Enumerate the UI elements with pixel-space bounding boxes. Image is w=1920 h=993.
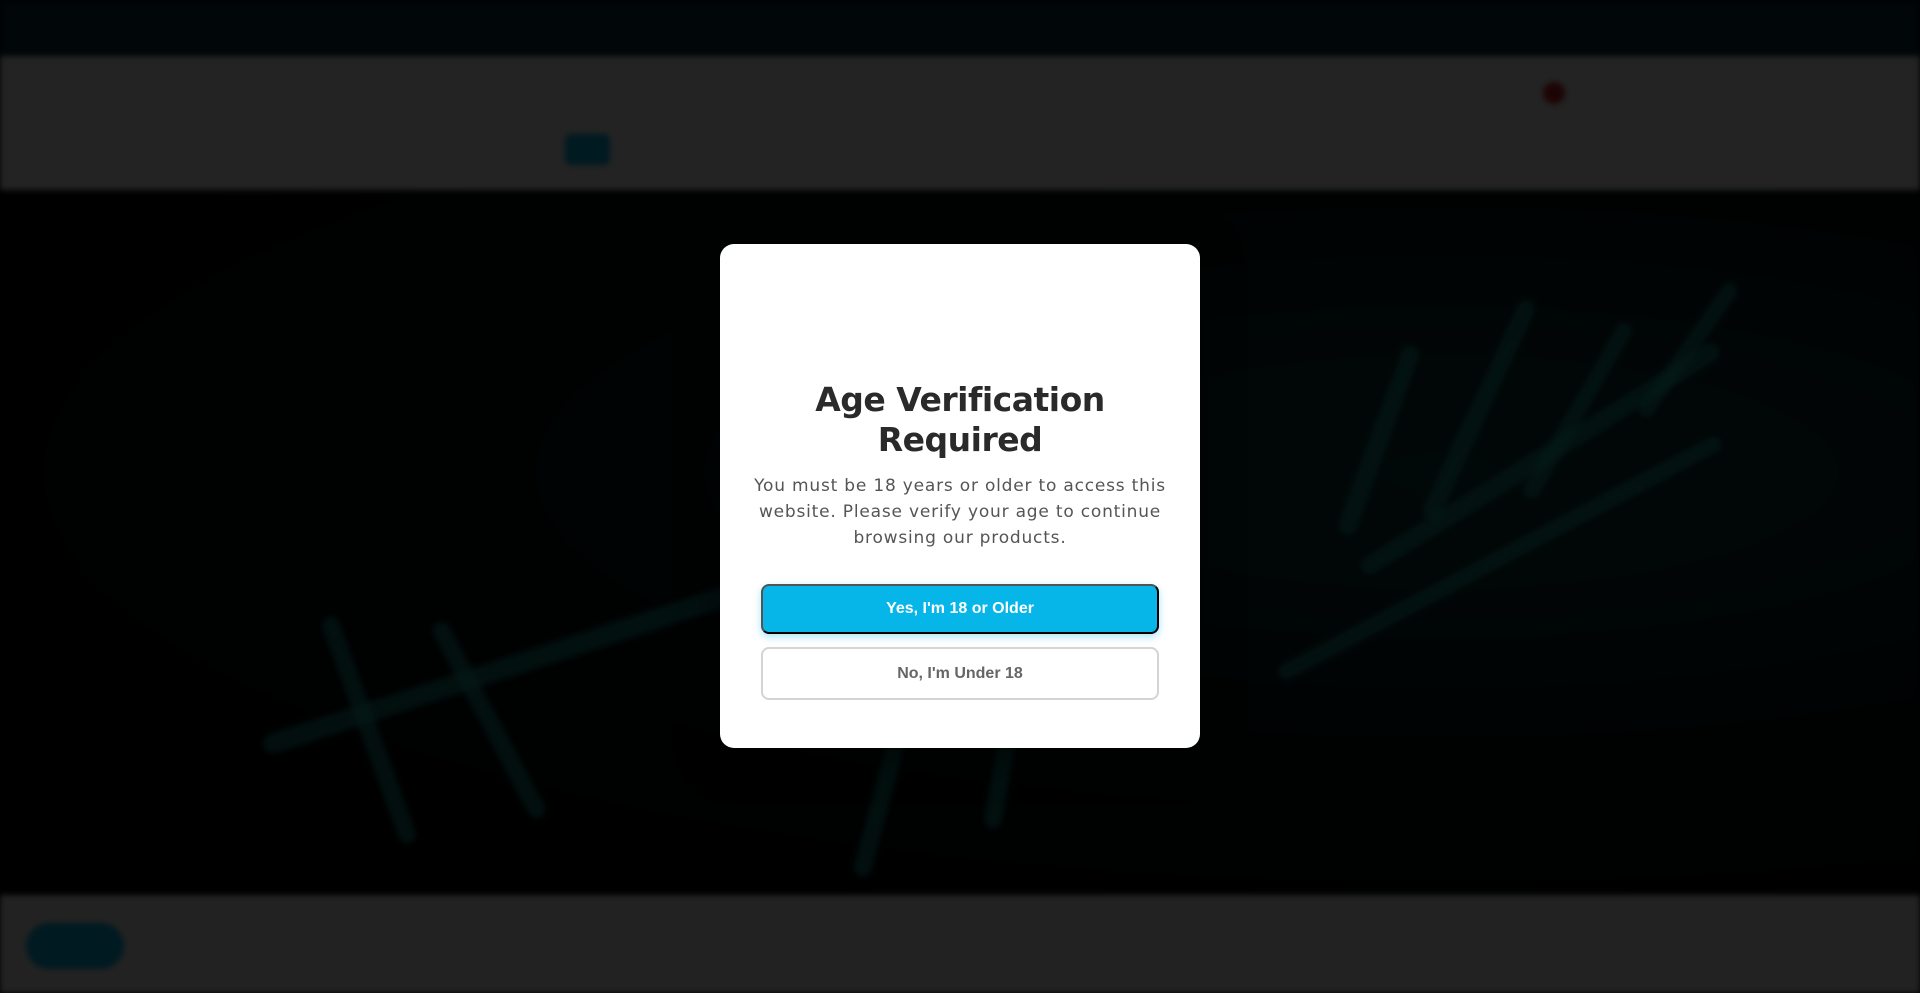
modal-logo — [910, 284, 1010, 344]
modal-message: You must be 18 years or older to access … — [754, 476, 1166, 548]
age-verification-modal: Age Verification Required You must be 18… — [720, 244, 1200, 748]
deny-age-button[interactable]: No, I'm Under 18 — [761, 647, 1159, 700]
confirm-age-button[interactable]: Yes, I'm 18 or Older — [761, 584, 1159, 634]
modal-title: Age Verification Required — [815, 380, 1105, 459]
